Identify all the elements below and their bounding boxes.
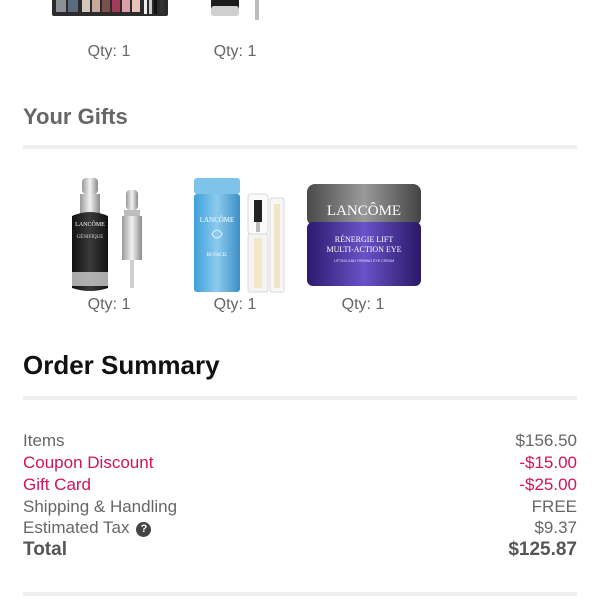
genifique-serum-image: LANCÔME GÉNIFIQUE bbox=[72, 178, 142, 291]
summary-total-label: Total bbox=[23, 539, 67, 560]
gift-brand-text: LANCÔME bbox=[200, 216, 235, 224]
serum-bottle-image bbox=[211, 0, 259, 20]
summary-tax-row: Estimated Tax? $9.37 bbox=[23, 517, 577, 539]
summary-coupon-label: Coupon Discount bbox=[23, 453, 154, 472]
section-divider bbox=[23, 592, 577, 596]
gifts-heading: Your Gifts bbox=[23, 104, 128, 129]
summary-giftcard-label: Gift Card bbox=[23, 475, 92, 494]
order-summary-heading: Order Summary bbox=[23, 350, 220, 380]
gift-qty: Qty: 1 bbox=[87, 296, 131, 313]
gift-product-line2: MULTI-ACTION EYE bbox=[326, 245, 401, 254]
renergie-eye-cream-image: LANCÔME RÉNERGIE LIFT MULTI-ACTION EYE L… bbox=[307, 184, 421, 286]
help-icon[interactable]: ? bbox=[136, 522, 152, 537]
gift-brand-text: LANCÔME bbox=[327, 202, 401, 219]
section-divider bbox=[23, 145, 577, 149]
gift-product-line3: LIFTING AND FIRMING EYE CREAM bbox=[334, 259, 395, 263]
summary-shipping-label: Shipping & Handling bbox=[23, 497, 178, 516]
summary-giftcard-value: -$25.00 bbox=[519, 475, 577, 494]
summary-shipping-value: FREE bbox=[531, 497, 577, 516]
bifacil-remover-image: LANCÔME BI-FACIL bbox=[194, 178, 285, 293]
summary-items-value: $156.50 bbox=[515, 431, 577, 450]
summary-coupon-value: -$15.00 bbox=[519, 453, 577, 472]
cart-items-row: Qty: 1 Qty: 1 bbox=[0, 0, 600, 70]
summary-tax-value: $9.37 bbox=[534, 518, 577, 537]
gift-qty: Qty: 1 bbox=[213, 296, 257, 313]
summary-coupon-row: Coupon Discount -$15.00 bbox=[23, 452, 577, 474]
gift-qty: Qty: 1 bbox=[341, 296, 385, 313]
gift-brand-text: LANCÔME bbox=[75, 220, 105, 228]
summary-total-row: Total $125.87 bbox=[23, 539, 577, 561]
cart-item-qty: Qty: 1 bbox=[213, 43, 257, 60]
summary-items-row: Items $156.50 bbox=[23, 430, 577, 452]
section-divider bbox=[23, 396, 577, 400]
summary-giftcard-row: Gift Card -$25.00 bbox=[23, 474, 577, 496]
cart-item-qty: Qty: 1 bbox=[87, 43, 131, 60]
makeup-palette-image bbox=[52, 0, 168, 16]
gift-product-text: GÉNIFIQUE bbox=[77, 234, 104, 240]
summary-total-value: $125.87 bbox=[508, 539, 577, 560]
gift-product-text: BI-FACIL bbox=[207, 253, 228, 258]
summary-shipping-row: Shipping & Handling FREE bbox=[23, 496, 577, 518]
summary-tax-label: Estimated Tax bbox=[23, 518, 130, 537]
summary-items-label: Items bbox=[23, 431, 65, 450]
gift-product-line1: RÉNERGIE LIFT bbox=[335, 234, 394, 244]
